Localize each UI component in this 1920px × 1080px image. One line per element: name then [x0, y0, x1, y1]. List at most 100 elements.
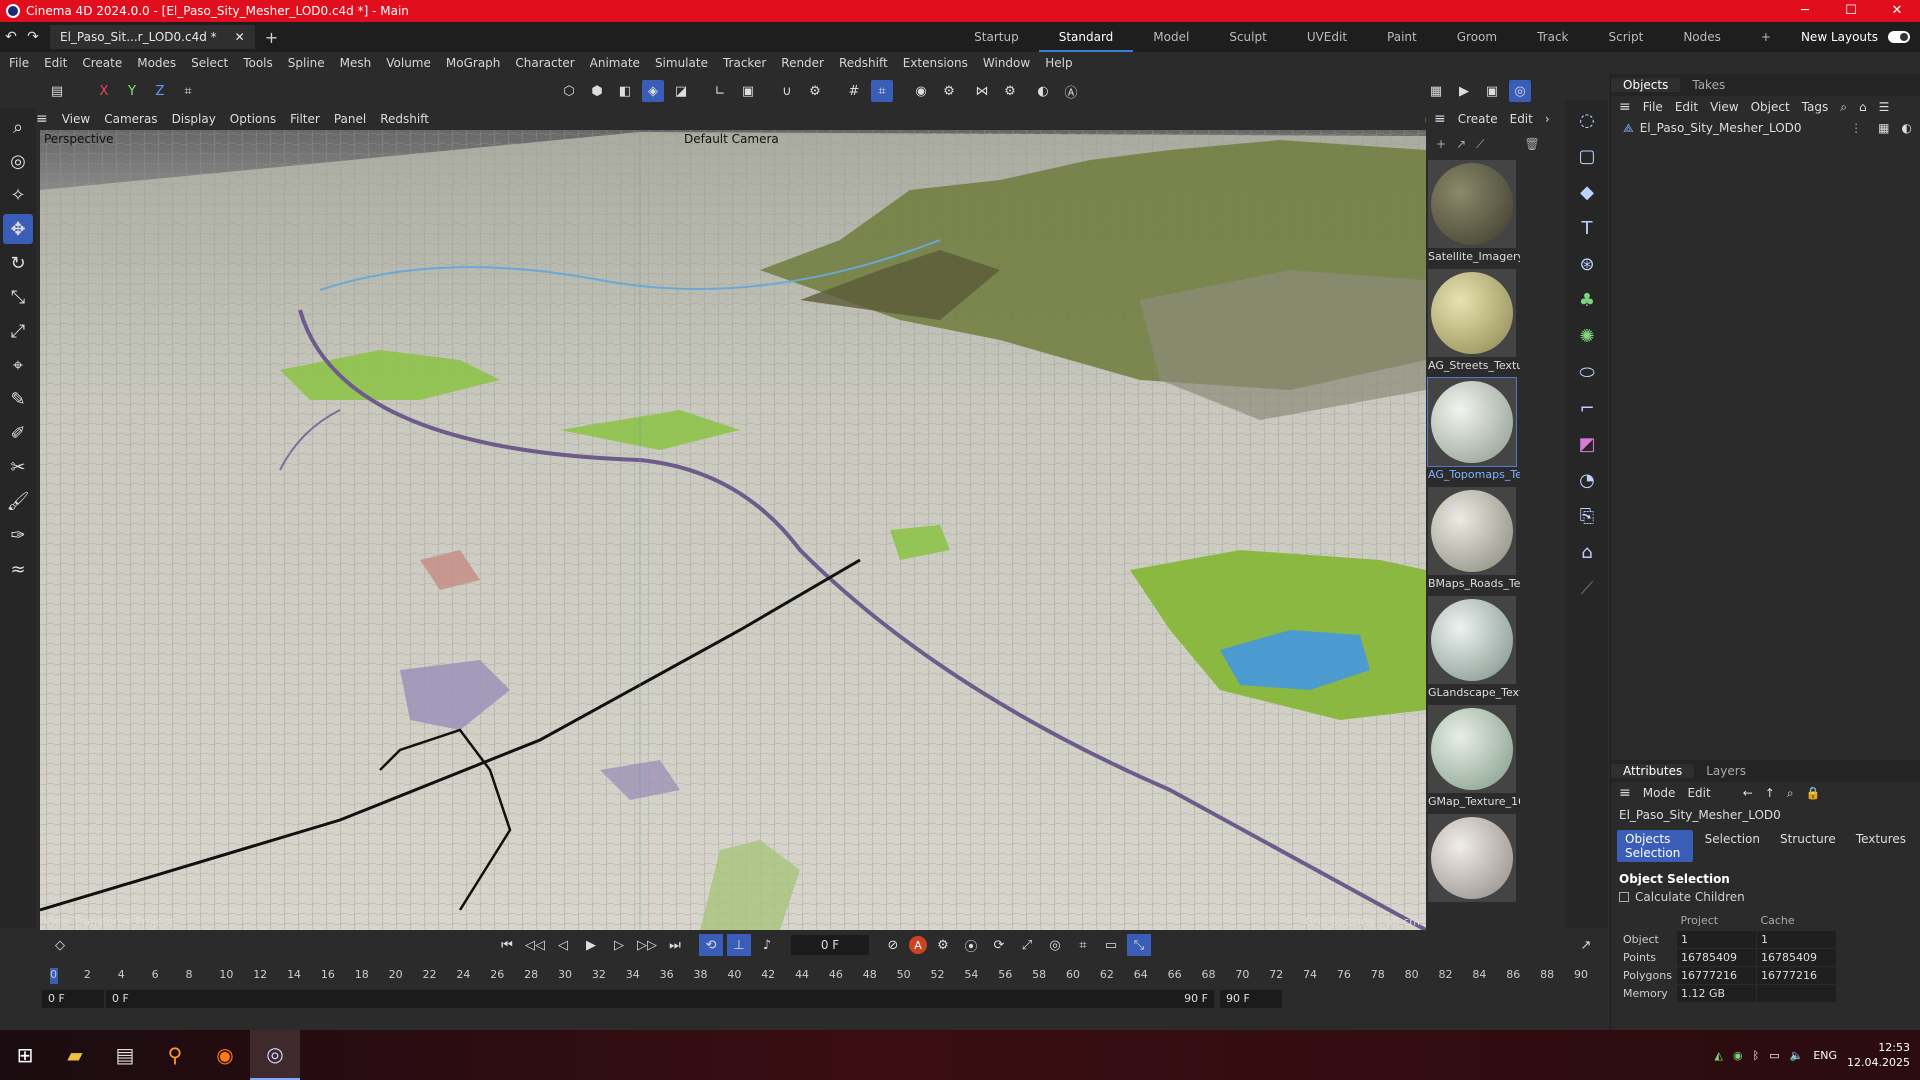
previous-key-icon[interactable]: ◁◁	[523, 934, 547, 956]
viewport-menu-view[interactable]: View	[62, 112, 90, 126]
layout-track[interactable]: Track	[1517, 22, 1588, 52]
go-to-end-icon[interactable]: ⏭	[663, 934, 687, 956]
viewport-menu-redshift[interactable]: Redshift	[380, 112, 429, 126]
tab-layers[interactable]: Layers	[1694, 764, 1758, 778]
undo-icon[interactable]: ↶	[0, 29, 22, 45]
keyframe-diamond-icon[interactable]: ◇	[48, 934, 72, 956]
viewport-camera-label[interactable]: Default Camera	[684, 132, 779, 146]
camera-icon[interactable]: ⎘	[1571, 500, 1603, 532]
document-tab[interactable]: El_Paso_Sit...r_LOD0.c4d * ✕	[50, 25, 255, 49]
attributes-search-icon[interactable]: ⌕	[1787, 786, 1794, 801]
material-item[interactable]: BMaps_Roads_Tex	[1428, 487, 1520, 590]
menu-mograph[interactable]: MoGraph	[446, 56, 501, 70]
snapping-icon[interactable]: ⌗	[871, 80, 893, 102]
viewport-menu-filter[interactable]: Filter	[290, 112, 320, 126]
material-item[interactable]: GMap_Texture_16	[1428, 705, 1520, 808]
lock-icon[interactable]: 🔒	[1806, 786, 1821, 800]
cinema4d-taskbar-icon[interactable]: ◎	[250, 1030, 300, 1080]
axis-z-button[interactable]: Z	[149, 80, 171, 102]
calculate-children-checkbox[interactable]: Calculate Children	[1611, 888, 1920, 906]
object-mode-icon[interactable]: ◈	[642, 80, 664, 102]
menu-window[interactable]: Window	[983, 56, 1030, 70]
objects-hamburger-icon[interactable]: ≡	[1619, 99, 1631, 115]
tab-takes[interactable]: Takes	[1680, 78, 1737, 92]
maximize-button[interactable]: ☐	[1828, 0, 1874, 22]
material-item[interactable]: AG_Streets_Textur	[1428, 269, 1520, 372]
attributes-hamburger-icon[interactable]: ≡	[1619, 785, 1631, 801]
layout-uvedit[interactable]: UVEdit	[1287, 22, 1367, 52]
add-layout-icon[interactable]: +	[1741, 22, 1791, 52]
language-indicator[interactable]: ENG	[1813, 1049, 1837, 1062]
layout-startup[interactable]: Startup	[954, 22, 1039, 52]
sky-icon[interactable]: ◔	[1571, 464, 1603, 496]
objects-home-icon[interactable]: ⌂	[1859, 100, 1867, 114]
sculpt-tool-icon[interactable]: ✑	[3, 520, 33, 550]
material-item[interactable]: GLandscape_Textu	[1428, 596, 1520, 699]
back-arrow-icon[interactable]: ←	[1743, 786, 1753, 800]
menu-help[interactable]: Help	[1045, 56, 1072, 70]
loop-icon[interactable]: ⟲	[699, 934, 723, 956]
phong-tag-icon[interactable]: ▦	[1878, 121, 1889, 135]
uv-mode-icon[interactable]: ◪	[670, 80, 692, 102]
menu-create[interactable]: Create	[82, 56, 122, 70]
render-view-icon[interactable]: ▦	[1425, 80, 1447, 102]
coordinate-system-icon[interactable]: ⌗	[177, 80, 199, 102]
objects-menu-file[interactable]: File	[1643, 100, 1663, 114]
polygons-mode-icon[interactable]: ◧	[614, 80, 636, 102]
environment-icon[interactable]: ◩	[1571, 428, 1603, 460]
bluetooth-icon[interactable]: ᛒ	[1753, 1049, 1760, 1062]
tab-objects[interactable]: Objects	[1611, 78, 1681, 92]
snap-keys-icon[interactable]: ⤡	[1127, 934, 1151, 956]
menu-animate[interactable]: Animate	[590, 56, 640, 70]
symmetry-settings-icon[interactable]: ⚙	[999, 80, 1021, 102]
subtab-structure[interactable]: Structure	[1772, 830, 1844, 862]
grid-snap-icon[interactable]: #	[843, 80, 865, 102]
material-item[interactable]: AG_Topomaps_Te:	[1427, 377, 1520, 481]
eyedropper-icon[interactable]: ⟋	[1476, 137, 1484, 152]
redo-icon[interactable]: ↷	[22, 29, 44, 45]
current-frame-field[interactable]: 0 F	[791, 935, 869, 955]
symmetry-icon[interactable]: ⋈	[971, 80, 993, 102]
snap-settings-icon[interactable]: ⚙	[804, 80, 826, 102]
attributes-menu-mode[interactable]: Mode	[1643, 786, 1676, 800]
material-menu-edit[interactable]: Edit	[1510, 112, 1533, 126]
add-tab-button[interactable]: +	[265, 28, 278, 47]
volume-icon[interactable]: 🔈	[1790, 1049, 1804, 1062]
go-to-start-icon[interactable]: ⏮	[495, 934, 519, 956]
playback-range-icon[interactable]: ⊥	[727, 934, 751, 956]
range-slider[interactable]: 0 F 90 F	[106, 990, 1214, 1008]
redshift-ipr-icon[interactable]: Ⓐ	[1060, 80, 1082, 102]
material-menu-more-icon[interactable]: ›	[1545, 112, 1550, 126]
fcurve-icon[interactable]: ↗	[1574, 934, 1598, 956]
live-selection-icon[interactable]: ◎	[3, 146, 33, 176]
network-icon[interactable]: ▭	[1769, 1049, 1779, 1062]
edges-mode-icon[interactable]: ⬢	[586, 80, 608, 102]
firefox-icon[interactable]: ◉	[200, 1030, 250, 1080]
solo-icon[interactable]: ▣	[737, 80, 759, 102]
attributes-menu-edit[interactable]: Edit	[1687, 786, 1710, 800]
text-spline-icon[interactable]: T	[1571, 212, 1603, 244]
menu-redshift[interactable]: Redshift	[839, 56, 888, 70]
effector-icon[interactable]: ✺	[1571, 320, 1603, 352]
param-key-icon[interactable]: ◎	[1043, 934, 1067, 956]
brush-tool-icon[interactable]: 🖌	[3, 486, 33, 516]
subdivision-icon[interactable]: ⊛	[1571, 248, 1603, 280]
axis-x-button[interactable]: X	[93, 80, 115, 102]
viewport-hamburger-icon[interactable]: ≡	[36, 111, 48, 127]
delete-material-icon[interactable]: 🗑	[1525, 137, 1540, 151]
menu-volume[interactable]: Volume	[386, 56, 431, 70]
magnet-icon[interactable]: ∪	[776, 80, 798, 102]
menu-tracker[interactable]: Tracker	[723, 56, 766, 70]
visibility-dots-icon[interactable]: ⋮	[1850, 121, 1862, 135]
file-explorer-icon[interactable]: ▰	[50, 1030, 100, 1080]
new-layouts-toggle[interactable]	[1888, 31, 1910, 43]
objects-menu-tags[interactable]: Tags	[1802, 100, 1829, 114]
selection-tools-icon[interactable]: ✧	[3, 180, 33, 210]
move-tool-icon[interactable]: ✥	[3, 214, 33, 244]
knife-tool-icon[interactable]: ✂	[3, 452, 33, 482]
layout-groom[interactable]: Groom	[1437, 22, 1517, 52]
frame-ruler[interactable]: 0 2 4 6 8 10 12 14 16 18 20 22 24 26 28 30 32 34 36 38 40 42 4…	[50, 968, 1590, 984]
search-app-icon[interactable]: ⚲	[150, 1030, 200, 1080]
points-mode-icon[interactable]: ⬡	[558, 80, 580, 102]
position-key-icon[interactable]: ⦿	[959, 934, 983, 956]
